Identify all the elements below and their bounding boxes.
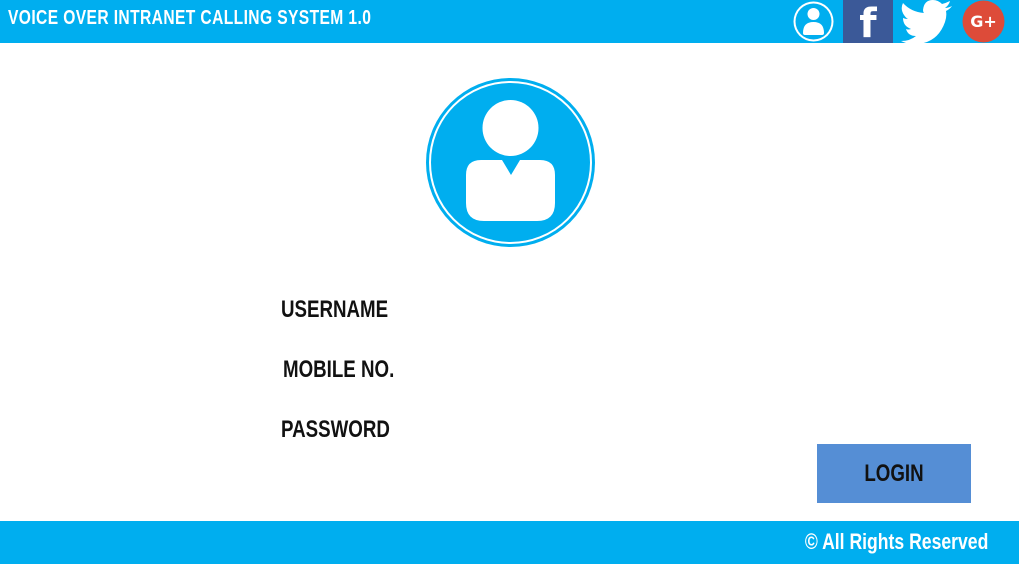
facebook-glyph: f [859, 1, 877, 43]
username-label: USERNAME [281, 296, 389, 323]
password-label: PASSWORD [281, 416, 390, 443]
google-plus-glyph: G+ [970, 12, 997, 31]
user-icon[interactable] [792, 0, 835, 43]
user-avatar-icon [425, 77, 596, 248]
login-button[interactable]: LOGIN [817, 444, 971, 503]
twitter-icon[interactable] [900, 0, 954, 45]
copyright-text: © All Rights Reserved [804, 529, 988, 554]
app-title: VOICE OVER INTRANET CALLING SYSTEM 1.0 [8, 7, 372, 29]
google-plus-icon[interactable]: G+ [962, 0, 1005, 43]
login-button-label: LOGIN [864, 459, 924, 487]
mobile-number-label: MOBILE NO. [283, 356, 395, 383]
header-bar: VOICE OVER INTRANET CALLING SYSTEM 1.0 f… [0, 0, 1019, 47]
facebook-icon[interactable]: f [843, 0, 893, 47]
footer-bar: © All Rights Reserved [0, 521, 1019, 564]
